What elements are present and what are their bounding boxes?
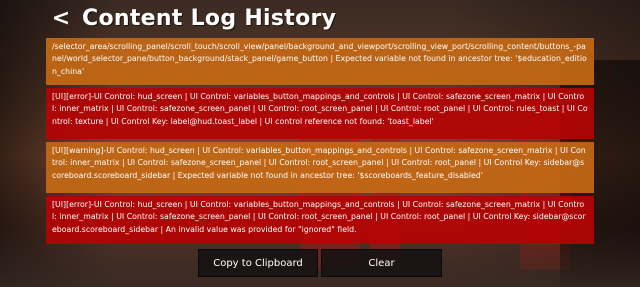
log-entry-warning: /selector_area/scrolling_panel/scroll_to… [46,38,594,85]
clear-button[interactable]: Clear [321,249,442,277]
log-list[interactable]: /selector_area/scrolling_panel/scroll_to… [46,38,594,244]
log-entry-error: [UI][error]-UI Control: hud_screen | UI … [46,88,594,139]
copy-to-clipboard-button[interactable]: Copy to Clipboard [198,249,318,277]
page-title: Content Log History [82,6,337,31]
header: < Content Log History [0,0,640,38]
log-entry-warning: [UI][warning]-UI Control: hud_screen | U… [46,142,594,193]
back-button[interactable]: < [50,6,72,32]
log-entry-error: [UI][error]-UI Control: hud_screen | UI … [46,196,594,244]
